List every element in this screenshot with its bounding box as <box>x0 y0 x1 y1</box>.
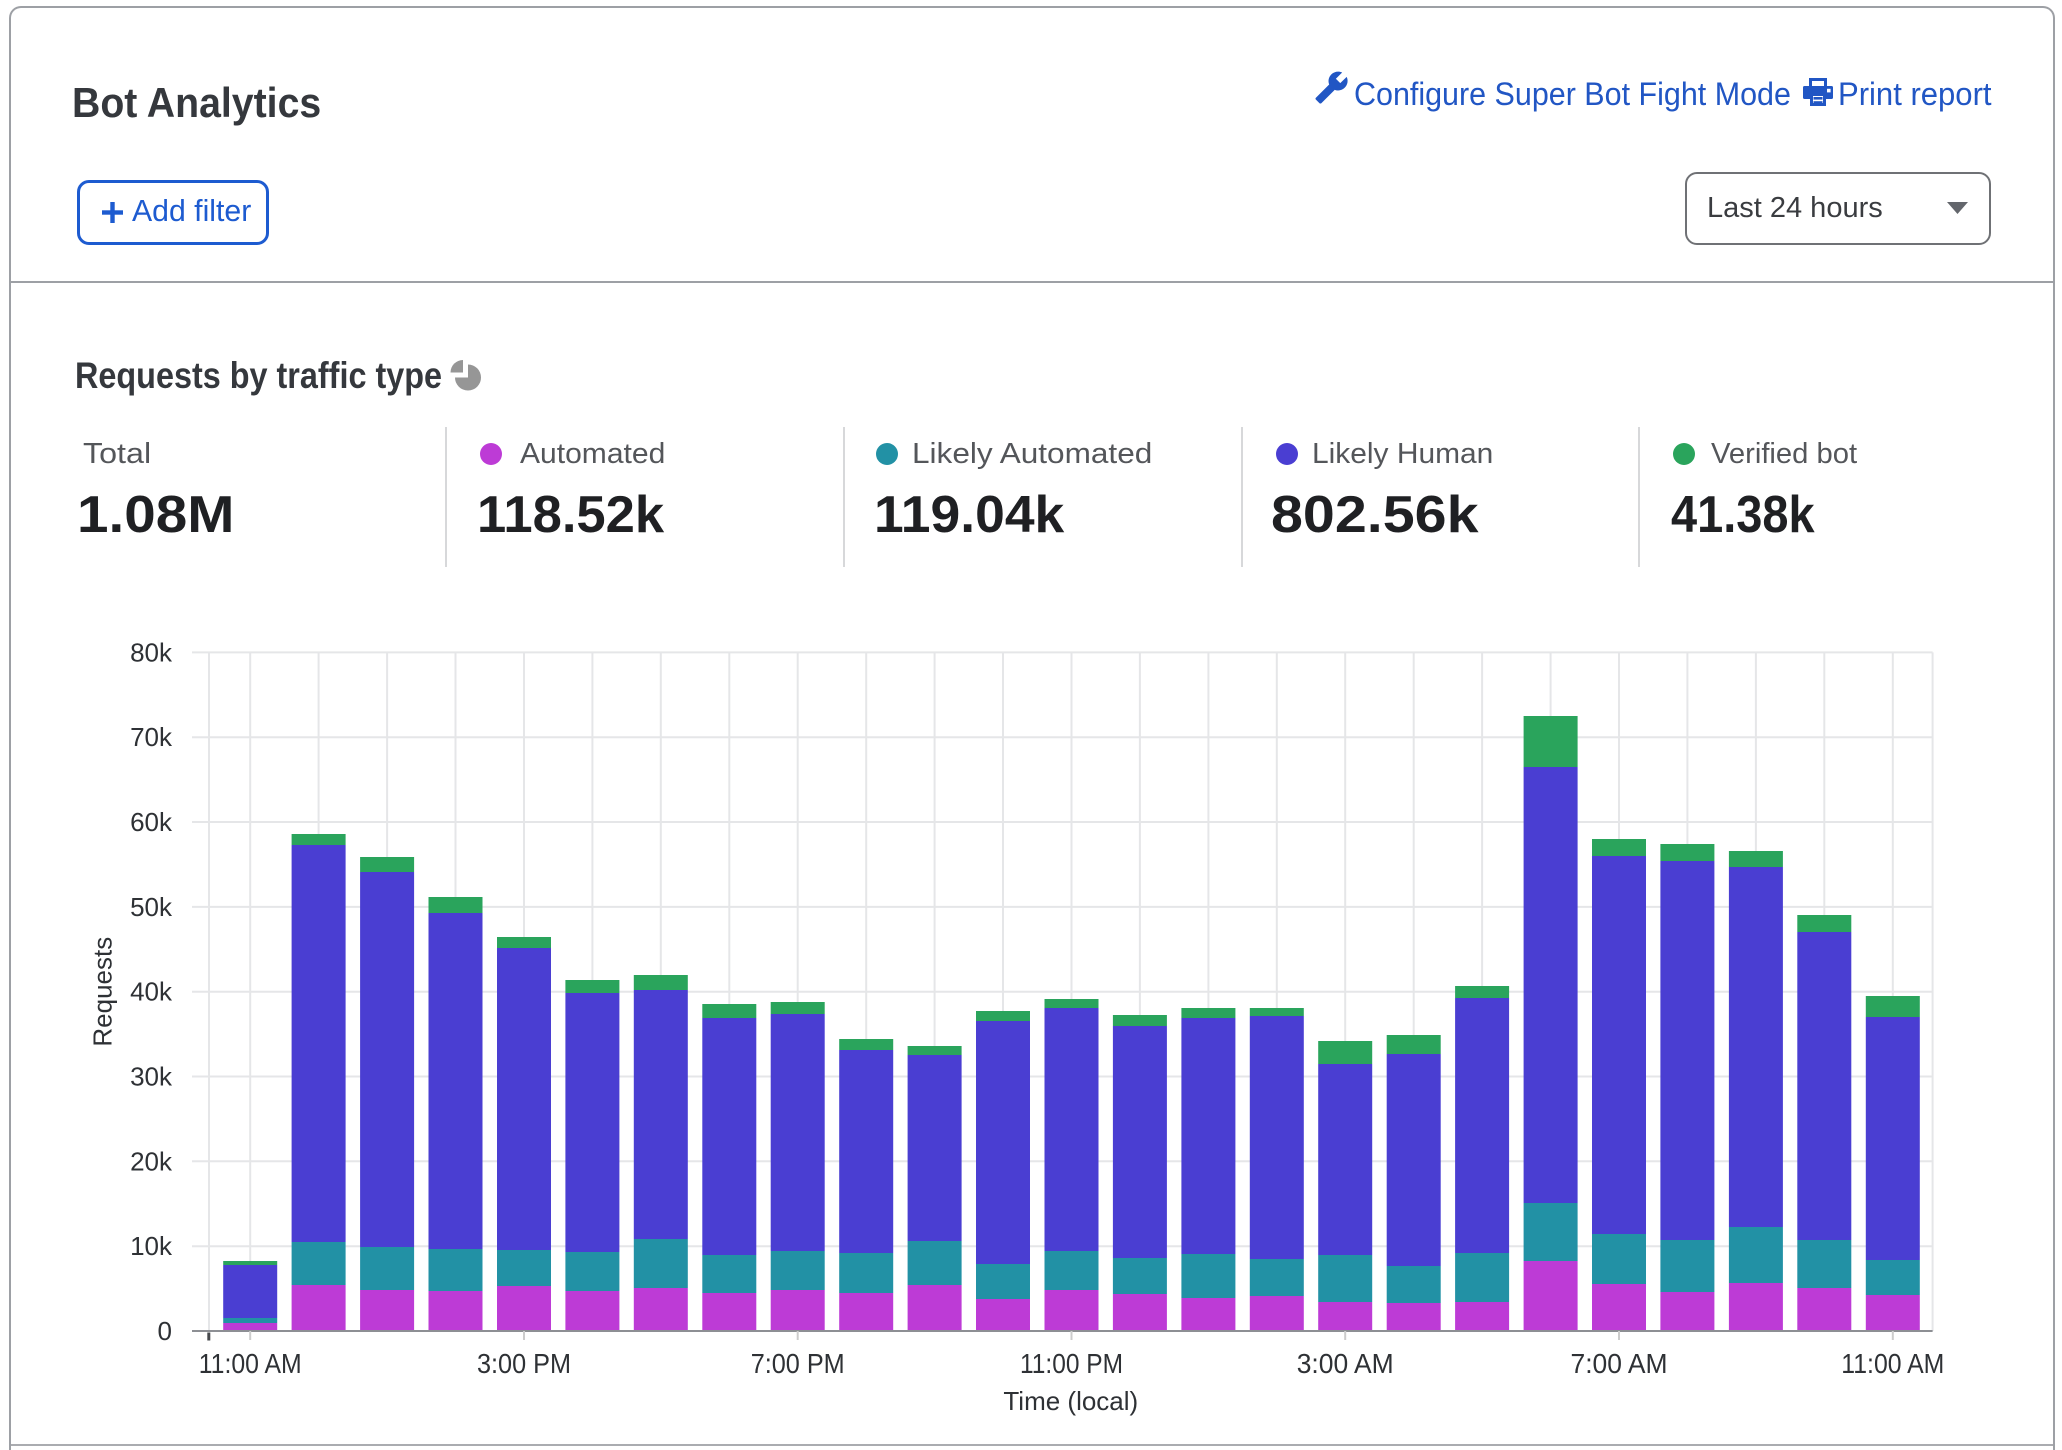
svg-text:Requests: Requests <box>88 937 118 1047</box>
svg-text:0: 0 <box>158 1316 172 1346</box>
svg-text:3:00 PM: 3:00 PM <box>477 1348 571 1379</box>
svg-text:Time (local): Time (local) <box>1003 1386 1138 1416</box>
svg-text:11:00 PM: 11:00 PM <box>1020 1348 1123 1379</box>
svg-text:7:00 PM: 7:00 PM <box>751 1348 845 1379</box>
svg-text:11:00 AM: 11:00 AM <box>1841 1348 1944 1379</box>
svg-text:10k: 10k <box>130 1231 173 1261</box>
svg-text:7:00 AM: 7:00 AM <box>1571 1348 1668 1379</box>
svg-text:3:00 AM: 3:00 AM <box>1297 1348 1394 1379</box>
svg-text:80k: 80k <box>130 637 173 667</box>
svg-text:30k: 30k <box>130 1062 173 1092</box>
svg-text:60k: 60k <box>130 807 173 837</box>
svg-text:11:00 AM: 11:00 AM <box>199 1348 302 1379</box>
svg-text:50k: 50k <box>130 892 173 922</box>
svg-text:20k: 20k <box>130 1146 173 1176</box>
svg-text:70k: 70k <box>130 722 173 752</box>
svg-text:40k: 40k <box>130 977 173 1007</box>
